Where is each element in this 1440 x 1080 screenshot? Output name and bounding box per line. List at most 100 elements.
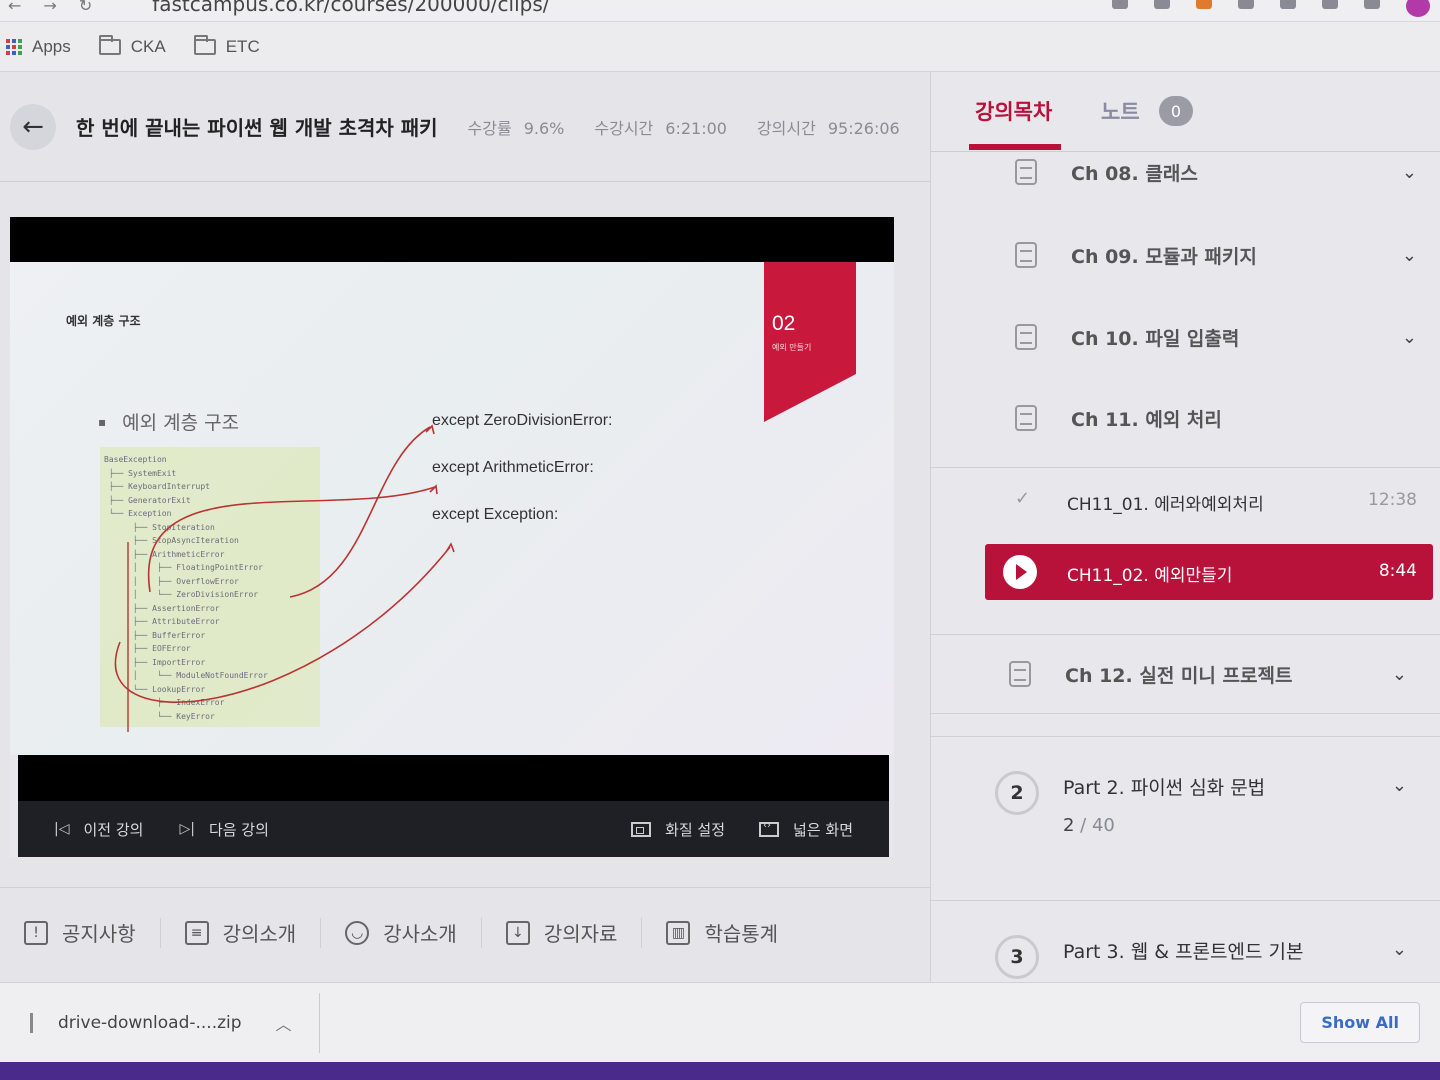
document-icon [1015,405,1037,431]
apps-grid-icon [6,38,22,55]
chapter-row-expanded[interactable]: Ch 11. 예외 처리 [931,378,1440,458]
chapter-label: Ch 10. 파일 입출력 [1071,327,1240,350]
checkmark-icon: ✓ [1015,488,1031,509]
tab-label: 학습통계 [704,922,779,946]
stat-value: 95:26:06 [827,118,900,138]
tab-notes[interactable]: 노트 [1101,96,1140,126]
chapter-label: Ch 08. 클래스 [1071,162,1198,185]
tab-course-intro[interactable]: ≡ 강의소개 [161,917,322,948]
chapter-row[interactable]: Ch 10. 파일 입출력 ⌄ [931,297,1440,377]
document-icon [1015,242,1037,268]
chevron-up-icon[interactable]: ︿ [276,1011,292,1035]
play-icon [1003,555,1037,589]
chevron-down-icon: ⌄ [1401,326,1417,348]
stat-watch-time: 수강시간 6:21:00 [594,115,727,139]
lecture-duration: 8:44 [1378,561,1417,581]
browser-toolbar: ← → ↻ fastcampus.co.kr/courses/200000/cl… [0,0,1440,22]
download-icon: ↓ [505,920,530,945]
chapter-label: Ch 11. 예외 처리 [1071,408,1222,431]
player-letterbox-bottom [18,755,889,801]
stat-label: 강의시간 [756,118,816,138]
chapter-label: Ch 09. 모듈과 패키지 [1071,245,1257,268]
tab-notice[interactable]: ! 공지사항 [0,917,161,948]
chapter-label: Ch 12. 실전 미니 프로젝트 [1065,664,1293,687]
chevron-down-icon: ⌄ [1391,775,1407,796]
tab-label: 강의소개 [222,922,297,946]
course-title: 한 번에 끝내는 파이썬 웹 개발 초격차 패키 [76,116,438,140]
video-frame[interactable]: 예외 계층 구조 예외 계층 구조 02 예외 만들기 BaseExceptio… [10,262,894,755]
bookmarks-bar: Apps CKA ETC [0,22,1440,72]
stat-progress: 수강률 9.6% [468,115,565,139]
file-icon [30,1012,40,1033]
forward-arrow-icon[interactable]: → [43,0,56,15]
player-controls: |◁ 이전 강의 ▷| 다음 강의 화질 설정 넓은 화면 [18,801,889,857]
download-shelf: drive-download-....zip ︿ Show All [0,982,1440,1062]
next-lecture-button[interactable]: ▷| 다음 강의 [179,819,268,840]
document-icon [1015,324,1037,350]
quality-label: 화질 설정 [665,820,726,839]
extension-icon[interactable] [1196,0,1212,9]
stat-value: 6:21:00 [665,118,727,138]
video-player[interactable]: 예외 계층 구조 예외 계층 구조 02 예외 만들기 BaseExceptio… [10,217,894,857]
media-icon[interactable] [1322,0,1338,9]
tab-label: 강의자료 [543,922,618,946]
bookmark-apps[interactable]: Apps [6,37,71,57]
part-title: Part 3. 웹 & 프론트엔드 기본 [1063,941,1304,963]
user-icon: ◡ [345,920,370,945]
bookmark-cka[interactable]: CKA [98,34,166,57]
sidepanel-icon[interactable] [1364,0,1380,9]
bookmark-label: Apps [32,36,71,56]
skip-back-icon: |◁ [54,821,70,837]
skip-forward-icon: ▷| [179,821,195,837]
notice-icon: ! [24,920,48,945]
extension-icon[interactable] [1238,0,1254,9]
lecture-item-completed[interactable]: ✓ CH11_01. 에러와예외처리 12:38 [931,467,1440,535]
extensions-area [1112,0,1440,17]
show-all-button[interactable]: Show All [1300,1002,1420,1043]
back-button[interactable]: ← [10,103,56,150]
stat-label: 수강시간 [594,118,654,138]
back-arrow-icon[interactable]: ← [8,0,21,15]
quality-settings-button[interactable]: 화질 설정 [631,819,725,840]
chapter-row[interactable]: Ch 09. 모듈과 패키지 ⌄ [931,215,1440,295]
chevron-down-icon: ⌄ [1401,161,1417,183]
document-icon [1015,159,1037,185]
tab-materials[interactable]: ↓ 강의자료 [482,917,643,948]
next-label: 다음 강의 [208,820,269,839]
tab-instructor[interactable]: ◡ 강사소개 [321,917,482,948]
lecture-item-current[interactable]: CH11_02. 예외만들기 8:44 [985,544,1433,600]
chart-icon: ▥ [666,920,691,945]
puzzle-icon[interactable] [1280,0,1296,9]
stat-lecture-time: 강의시간 95:26:06 [757,115,900,139]
annotation-arrows [114,424,455,732]
tab-stats[interactable]: ▥ 학습통계 [642,918,802,948]
download-item[interactable]: drive-download-....zip ︿ [30,992,320,1053]
tab-curriculum[interactable]: 강의목차 [975,96,1052,126]
widescreen-icon [759,820,780,837]
notes-count-badge: 0 [1159,96,1193,126]
clipboard-icon: ≡ [184,920,209,945]
os-taskbar [0,1062,1440,1080]
star-icon[interactable] [1154,0,1170,9]
wide-label: 넓은 화면 [793,820,853,839]
folder-icon [193,34,216,55]
chapter-row[interactable]: Ch 12. 실전 미니 프로젝트 ⌄ [931,634,1440,714]
bookmark-etc[interactable]: ETC [193,34,260,57]
part-row[interactable]: 2 Part 2. 파이썬 심화 문법 2 / 40 ⌄ [931,736,1440,866]
profile-avatar[interactable] [1406,0,1430,17]
extension-icon[interactable] [1112,0,1128,9]
wide-screen-button[interactable]: 넓은 화면 [759,819,853,840]
chevron-down-icon: ⌄ [1401,244,1417,266]
part-number: 3 [995,935,1039,979]
chevron-down-icon: ⌄ [1391,939,1407,960]
reload-icon[interactable]: ↻ [79,0,92,15]
stat-label: 수강률 [467,118,512,138]
address-bar[interactable]: fastcampus.co.kr/courses/200000/clips/ [152,0,549,16]
lecture-title: CH11_02. 예외만들기 [1067,566,1233,586]
progress-total: 40 [1091,815,1115,836]
prev-lecture-button[interactable]: |◁ 이전 강의 [54,819,143,840]
stat-value: 9.6% [523,118,565,138]
course-header: ← 한 번에 끝내는 파이썬 웹 개발 초격차 패키 수강률 9.6% 수강시간 6… [0,72,930,182]
chapter-row[interactable]: Ch 08. 클래스 ⌄ [931,132,1440,212]
part-number: 2 [995,771,1039,815]
